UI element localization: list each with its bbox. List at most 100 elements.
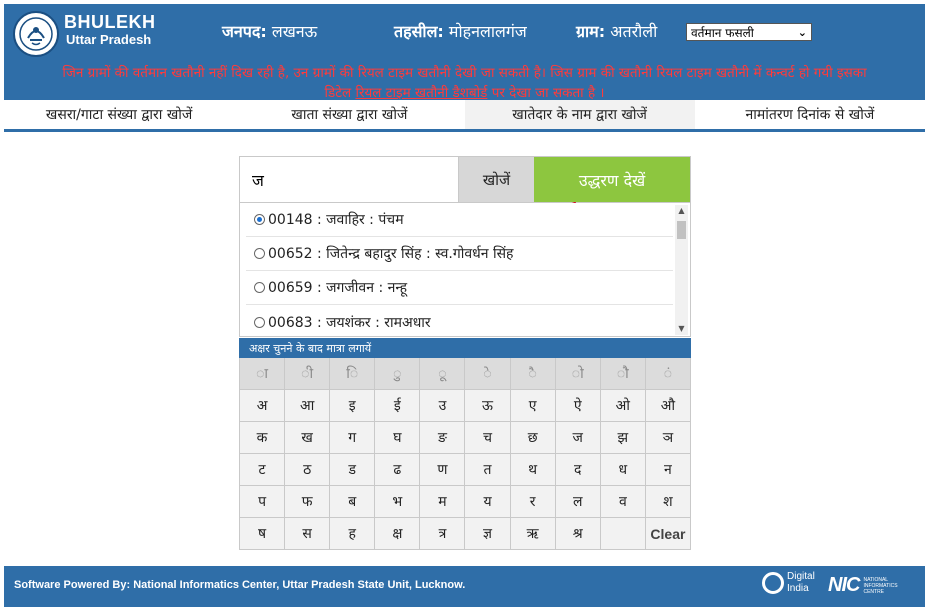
key-letter[interactable]: आ (285, 390, 331, 422)
key-letter[interactable]: प (240, 486, 286, 518)
key-matra[interactable]: े (465, 358, 511, 390)
key-letter[interactable]: ढ (375, 454, 421, 486)
result-item[interactable]: 00683 : जयशंकर : रामअधार (246, 305, 673, 339)
results-scrollbar[interactable]: ▲ ▼ (675, 205, 688, 335)
search-tabs: खसरा/गाटा संख्या द्वारा खोजें खाता संख्य… (4, 100, 925, 132)
district-field: जनपद: लखनऊ (222, 20, 317, 42)
key-letter[interactable]: य (465, 486, 511, 518)
search-button[interactable]: खोजें (458, 157, 534, 202)
key-letter[interactable]: ए (510, 390, 556, 422)
scroll-up-icon[interactable]: ▲ (675, 205, 688, 217)
key-matra[interactable]: ो (555, 358, 601, 390)
key-letter[interactable]: ज (555, 422, 601, 454)
radio-icon[interactable] (254, 248, 265, 259)
key-letter[interactable]: ह (330, 518, 376, 550)
key-letter[interactable]: ठ (285, 454, 331, 486)
key-letter[interactable]: छ (510, 422, 556, 454)
result-item[interactable]: 00659 : जगजीवन : नन्हू (246, 271, 673, 305)
key-letter[interactable]: श (645, 486, 691, 518)
key-matra[interactable]: ौ (600, 358, 646, 390)
nic-logo: NIC NATIONAL INFORMATICS CENTRE (828, 574, 903, 597)
tehsil-value: मोहनलालगंज (448, 22, 527, 41)
key-letter[interactable]: ज्ञ (465, 518, 511, 550)
key-letter[interactable]: म (420, 486, 466, 518)
key-letter[interactable]: ष (240, 518, 286, 550)
key-letter[interactable]: ट (240, 454, 286, 486)
result-item[interactable]: 00652 : जितेन्द्र बहादुर सिंह : स्व.गोवर… (246, 237, 673, 271)
notice-line2-post: पर देखा जा सकता है । (491, 85, 605, 101)
key-letter[interactable]: ई (375, 390, 421, 422)
key-letter[interactable]: फ (285, 486, 331, 518)
key-letter[interactable]: न (645, 454, 691, 486)
key-letter[interactable]: उ (420, 390, 466, 422)
key-letter[interactable]: द (555, 454, 601, 486)
tab-khasra[interactable]: खसरा/गाटा संख्या द्वारा खोजें (4, 100, 234, 129)
key-letter[interactable]: ग (330, 422, 376, 454)
radio-selected-icon[interactable] (254, 214, 265, 225)
result-item[interactable]: 00148 : जवाहिर : पंचम (246, 203, 673, 237)
key-letter[interactable]: ड (330, 454, 376, 486)
tab-khatedar-name[interactable]: खातेदार के नाम द्वारा खोजें (464, 100, 695, 129)
key-letter[interactable]: झ (600, 422, 646, 454)
emblem-icon (19, 17, 53, 51)
brand-title: BHULEKH (64, 12, 156, 32)
key-letter[interactable]: ब (330, 486, 376, 518)
clear-button[interactable]: Clear (645, 518, 691, 550)
key-letter[interactable]: ध (600, 454, 646, 486)
name-search-input[interactable] (240, 157, 458, 202)
key-letter[interactable]: क (240, 422, 286, 454)
key-letter[interactable]: ऊ (465, 390, 511, 422)
season-selected: वर्तमान फसली (691, 25, 754, 40)
key-letter[interactable]: ऋ (510, 518, 556, 550)
radio-icon[interactable] (254, 282, 265, 293)
digital-india-line1: Digital (787, 571, 815, 582)
key-letter[interactable]: ओ (600, 390, 646, 422)
key-letter[interactable]: ण (420, 454, 466, 486)
search-bar: खोजें उद्धरण देखें (239, 156, 691, 203)
key-matra[interactable]: ि (330, 358, 376, 390)
key-letter[interactable]: ल (555, 486, 601, 518)
key-matra[interactable]: ा (240, 358, 286, 390)
scroll-down-icon[interactable]: ▼ (675, 323, 688, 335)
nic-mark: NIC (828, 574, 860, 596)
key-matra[interactable]: ू (420, 358, 466, 390)
key-letter[interactable]: क्ष (375, 518, 421, 550)
key-letter[interactable]: इ (330, 390, 376, 422)
results-list-box: 00148 : जवाहिर : पंचम 00652 : जितेन्द्र … (239, 203, 691, 337)
scroll-thumb[interactable] (677, 221, 686, 239)
season-select[interactable]: वर्तमान फसली ⌄ (686, 23, 812, 41)
key-letter[interactable]: ञ (645, 422, 691, 454)
key-letter[interactable]: र (510, 486, 556, 518)
radio-icon[interactable] (254, 316, 265, 328)
header-bar: BHULEKH Uttar Pradesh जनपद: लखनऊ तहसील: … (4, 4, 925, 101)
key-letter[interactable]: भ (375, 486, 421, 518)
key-matra[interactable]: ु (375, 358, 421, 390)
view-extract-button[interactable]: उद्धरण देखें (534, 157, 690, 202)
key-letter[interactable]: ङ (420, 422, 466, 454)
key-letter[interactable]: च (465, 422, 511, 454)
key-letter[interactable]: व (600, 486, 646, 518)
key-letter[interactable]: थ (510, 454, 556, 486)
key-letter[interactable]: त (465, 454, 511, 486)
brand-subtitle: Uttar Pradesh (66, 32, 152, 47)
notice-line1: जिन ग्रामों की वर्तमान खतौनी नहीं दिख रह… (62, 65, 867, 81)
key-letter[interactable]: औ (645, 390, 691, 422)
district-value: लखनऊ (271, 22, 318, 41)
key-letter[interactable]: ऐ (555, 390, 601, 422)
key-letter[interactable]: त्र (420, 518, 466, 550)
result-text: 00148 : जवाहिर : पंचम (268, 212, 404, 228)
tehsil-field: तहसील: मोहनलालगंज (394, 20, 527, 42)
key-letter[interactable]: अ (240, 390, 286, 422)
notice-line2-pre: डिटेल (324, 85, 352, 101)
key-letter[interactable]: स (285, 518, 331, 550)
tehsil-label: तहसील: (394, 22, 444, 41)
key-letter[interactable]: श्र (555, 518, 601, 550)
realtime-dashboard-link[interactable]: रियल टाइम खतौनी डैशबोर्ड (355, 85, 487, 101)
key-letter[interactable]: घ (375, 422, 421, 454)
key-letter[interactable]: ख (285, 422, 331, 454)
tab-namantaran-date[interactable]: नामांतरण दिनांक से खोजें (695, 100, 925, 129)
key-matra[interactable]: ी (285, 358, 331, 390)
key-matra[interactable]: ं (645, 358, 691, 390)
key-matra[interactable]: ै (510, 358, 556, 390)
tab-khata[interactable]: खाता संख्या द्वारा खोजें (234, 100, 464, 129)
